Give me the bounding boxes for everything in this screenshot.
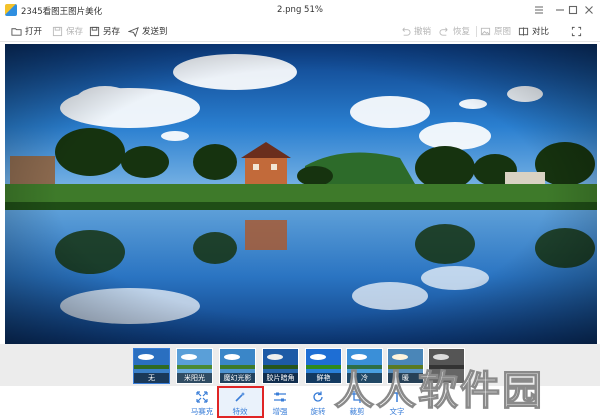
open-label: 打开 — [25, 27, 43, 37]
effects-button[interactable]: 特效 — [221, 388, 259, 417]
original-image-button[interactable]: 原图 — [480, 24, 511, 38]
menu-icon[interactable] — [532, 3, 546, 17]
effect-label: 米阳光 — [177, 373, 212, 383]
mosaic-label: 马赛克 — [190, 407, 214, 416]
send-icon — [128, 26, 139, 37]
save-as-icon — [89, 26, 100, 36]
redo-button[interactable]: 恢复 — [439, 24, 470, 38]
effect-thumb-none[interactable]: 无 — [133, 348, 170, 384]
image-canvas — [0, 42, 600, 344]
fullscreen-icon — [571, 26, 582, 36]
redo-label: 恢复 — [453, 27, 471, 37]
original-image-icon — [480, 27, 491, 35]
enhance-button[interactable]: 增强 — [261, 388, 299, 417]
folder-icon — [11, 27, 22, 36]
fullscreen-button[interactable] — [571, 24, 585, 38]
save-button[interactable]: 保存 — [52, 24, 83, 38]
title-bar: 2345看图王图片美化 2.png 51% — [0, 0, 600, 20]
effect-thumb-magic-light[interactable]: 魔幻光影 — [219, 348, 256, 384]
open-button[interactable]: 打开 — [11, 24, 42, 38]
file-title: 2.png 51% — [277, 5, 323, 15]
save-as-label: 另存 — [103, 27, 121, 37]
sliders-icon — [274, 392, 286, 402]
undo-button[interactable]: 撤销 — [400, 24, 431, 38]
rotate-icon — [313, 391, 323, 402]
undo-icon — [402, 27, 411, 36]
effect-thumb-sunshine[interactable]: 米阳光 — [176, 348, 213, 384]
effect-label: 胶片暗角 — [263, 373, 298, 383]
compare-label: 对比 — [532, 27, 550, 37]
compare-button[interactable]: 对比 — [518, 24, 549, 38]
mosaic-icon — [196, 391, 208, 403]
effect-label: 魔幻光影 — [220, 373, 255, 383]
send-to-button[interactable]: 发送到 — [128, 24, 168, 38]
mosaic-button[interactable]: 马赛克 — [183, 388, 221, 417]
send-to-label: 发送到 — [142, 27, 168, 37]
effect-label: 无 — [134, 373, 169, 383]
toolbar: 打开 保存 另存 发送到 撤销 恢复 原图 对比 — [0, 20, 600, 42]
redo-icon — [439, 27, 448, 36]
maximize-icon[interactable] — [566, 3, 580, 17]
edited-photo — [5, 44, 597, 344]
close-icon[interactable] — [582, 3, 596, 17]
compare-icon — [518, 26, 529, 36]
watermark-text: 人人软件园 — [334, 368, 544, 414]
minimize-icon[interactable] — [553, 3, 567, 17]
save-label: 保存 — [66, 27, 84, 37]
original-image-label: 原图 — [494, 27, 512, 37]
effect-thumb-film-vignette[interactable]: 胶片暗角 — [262, 348, 299, 384]
save-as-button[interactable]: 另存 — [89, 24, 120, 38]
enhance-label: 增强 — [272, 407, 288, 416]
watermark: 人人软件园 — [324, 360, 596, 418]
undo-label: 撤销 — [414, 27, 432, 37]
save-icon — [52, 26, 63, 36]
effects-label: 特效 — [232, 407, 248, 416]
magic-wand-icon — [235, 392, 245, 402]
toolbar-divider — [476, 26, 477, 37]
